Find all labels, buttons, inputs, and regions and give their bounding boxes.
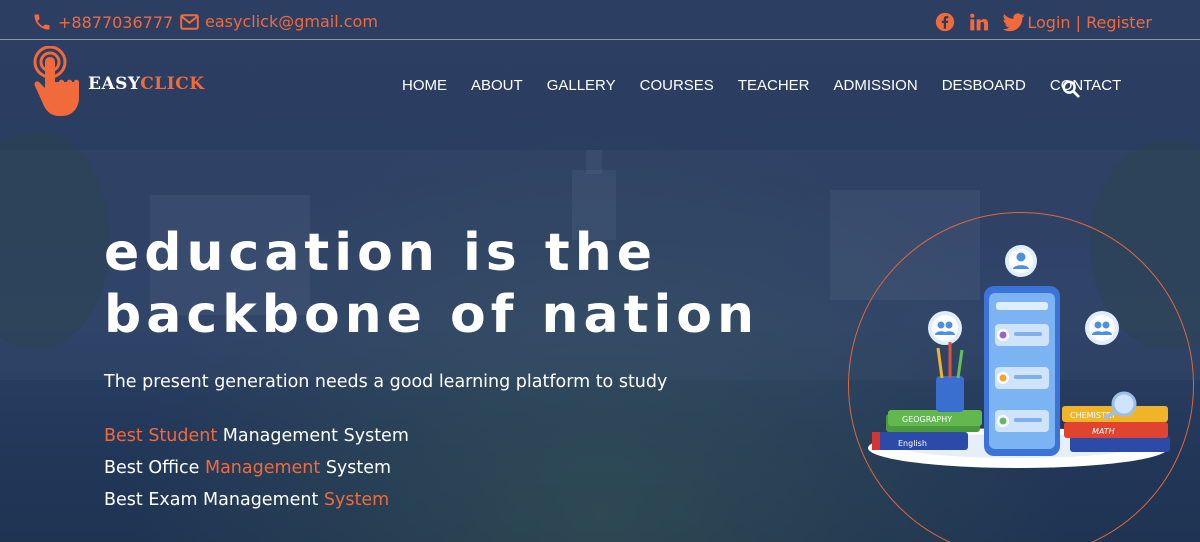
feature-item: Best Office Management System xyxy=(104,458,392,478)
book-label-english: English xyxy=(898,439,927,448)
nav-gallery[interactable]: GALLERY xyxy=(547,77,616,94)
brand-name-part2: CLICK xyxy=(140,74,205,94)
phone-contact[interactable]: +8877036777 xyxy=(32,12,173,32)
top-bar: +8877036777 easyclick@gmail.com Login | … xyxy=(0,4,1200,40)
brand-name-part1: EASY xyxy=(88,74,141,94)
auth-links: Login | Register xyxy=(1027,13,1152,32)
auth-separator: | xyxy=(1075,13,1082,32)
main-nav: HOME ABOUT GALLERY COURSES TEACHER ADMIS… xyxy=(402,77,1145,94)
phone-number: +8877036777 xyxy=(58,12,174,32)
phone-icon xyxy=(34,14,50,30)
feature-item: Best Exam Management System xyxy=(104,490,390,510)
search-icon[interactable] xyxy=(1062,80,1080,98)
book-label-geography: GEOGRAPHY xyxy=(902,415,952,424)
linkedin-icon[interactable] xyxy=(969,13,989,32)
education-app-illustration: English GEOGRAPHY MATH CHEMISTRY xyxy=(868,245,1170,468)
click-hand-icon xyxy=(33,45,79,116)
register-link[interactable]: Register xyxy=(1086,13,1152,32)
facebook-icon[interactable] xyxy=(935,12,955,32)
nav-contact[interactable]: CONTACT xyxy=(1050,77,1121,94)
login-link[interactable]: Login xyxy=(1027,13,1070,32)
book-label-math: MATH xyxy=(1092,427,1115,436)
email-contact[interactable]: easyclick@gmail.com xyxy=(180,12,378,31)
nav-about[interactable]: ABOUT xyxy=(471,77,523,94)
hero-subtext: The present generation needs a good lear… xyxy=(104,372,668,392)
email-address: easyclick@gmail.com xyxy=(205,12,378,31)
feature-list: Best Student Management System Best Offi… xyxy=(104,420,409,516)
nav-teacher[interactable]: TEACHER xyxy=(738,77,810,94)
mail-icon xyxy=(180,13,199,30)
social-links xyxy=(935,12,1025,32)
nav-admission[interactable]: ADMISSION xyxy=(834,77,918,94)
nav-home[interactable]: HOME xyxy=(402,77,447,94)
headline-line-2: backbone of nation xyxy=(104,285,760,345)
feature-item: Best Student Management System xyxy=(104,426,409,446)
brand-name[interactable]: EASYCLICK xyxy=(88,74,205,94)
nav-courses[interactable]: COURSES xyxy=(640,77,714,94)
headline-line-1: education is the xyxy=(104,223,657,283)
hero-headline: education is the backbone of nation xyxy=(104,222,759,346)
twitter-icon[interactable] xyxy=(1003,12,1025,32)
nav-desboard[interactable]: DESBOARD xyxy=(942,77,1026,94)
